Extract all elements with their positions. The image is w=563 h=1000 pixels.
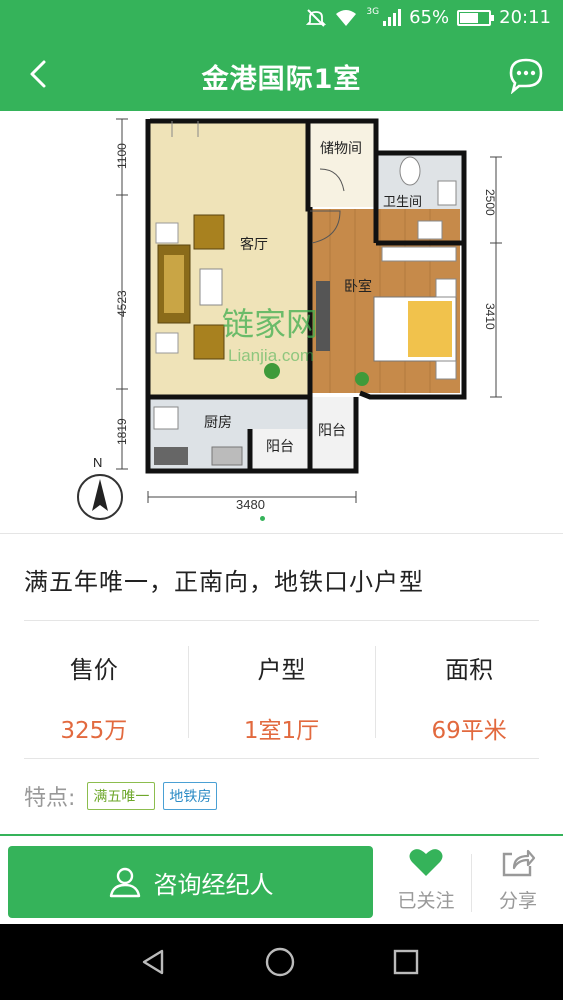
stat-label: 面积 <box>445 656 494 684</box>
stat-label: 售价 <box>69 656 118 684</box>
divider <box>0 533 563 534</box>
share-button[interactable]: 分享 <box>476 846 560 922</box>
dim-3480: 3480 <box>236 497 265 512</box>
consult-agent-button[interactable]: 咨询经纪人 <box>8 846 373 918</box>
user-icon <box>109 867 140 898</box>
dim-3410: 3410 <box>483 303 497 330</box>
clock: 20:11 <box>499 7 551 28</box>
battery-percent: 65% <box>409 7 450 28</box>
wifi-icon <box>336 9 357 26</box>
dim-2500: 2500 <box>483 189 497 216</box>
divider <box>24 758 539 759</box>
stat-area: 面积 69平米 <box>375 642 563 744</box>
image-page-indicator <box>260 516 265 521</box>
watermark-en: Lianjia.com <box>228 346 314 365</box>
status-bar: 3G 65% 20:11 <box>0 0 563 38</box>
floorplan-image[interactable]: 1100 4523 1819 2500 3410 3480 储物间 卫生间 客厅… <box>0 111 563 533</box>
system-nav-bar <box>0 924 563 1000</box>
features-row: 特点: 满五唯一 地铁房 <box>24 780 218 812</box>
battery-icon <box>457 9 495 26</box>
watermark-cn: 链家网 <box>222 305 318 343</box>
room-label-balcony-1: 阳台 <box>266 439 294 455</box>
room-label-living: 客厅 <box>240 236 268 253</box>
key-stats: 售价 325万 户型 1室1厅 面积 69平米 <box>0 642 563 744</box>
square-recents-icon <box>393 949 419 975</box>
page-title: 金港国际1室 <box>201 64 362 95</box>
stat-value: 325万 <box>60 718 128 744</box>
stat-label: 户型 <box>257 656 306 684</box>
mute-icon <box>306 8 327 27</box>
nav-home-button[interactable] <box>264 946 296 978</box>
compass-north-label: N <box>93 455 102 470</box>
feature-tag: 满五唯一 <box>87 782 156 810</box>
triangle-back-icon <box>142 949 164 975</box>
divider <box>24 620 539 621</box>
message-button[interactable] <box>507 56 545 94</box>
signal-icon <box>383 8 402 26</box>
divider <box>471 854 472 912</box>
stat-value: 1室1厅 <box>243 718 320 744</box>
room-label-bedroom: 卧室 <box>344 278 372 295</box>
chat-bubble-icon <box>509 58 543 94</box>
features-label: 特点: <box>24 786 76 811</box>
follow-label: 已关注 <box>397 890 455 912</box>
room-label-storage: 储物间 <box>320 141 362 157</box>
network-type: 3G <box>366 6 380 17</box>
consult-agent-label: 咨询经纪人 <box>153 870 274 899</box>
stat-layout: 户型 1室1厅 <box>187 642 376 744</box>
follow-button[interactable]: 已关注 <box>382 846 470 922</box>
compass-icon <box>77 474 123 520</box>
app-header: 金港国际1室 <box>0 38 563 111</box>
room-label-kitchen: 厨房 <box>204 415 232 431</box>
dim-1100: 1100 <box>115 143 129 169</box>
feature-tag: 地铁房 <box>163 782 218 810</box>
room-label-bathroom: 卫生间 <box>383 195 422 210</box>
dim-4523: 4523 <box>115 290 129 317</box>
room-label-balcony-2: 阳台 <box>318 423 346 439</box>
listing-headline: 满五年唯一，正南向，地铁口小户型 <box>24 568 424 596</box>
circle-home-icon <box>265 947 295 977</box>
stat-value: 69平米 <box>431 718 507 744</box>
floorplan-drawing: 1100 4523 1819 2500 3410 3480 储物间 卫生间 客厅… <box>77 118 502 520</box>
stat-price: 售价 325万 <box>0 642 188 744</box>
heart-icon <box>409 849 443 876</box>
nav-back-button[interactable] <box>138 946 170 978</box>
share-label: 分享 <box>498 890 537 912</box>
dim-1819: 1819 <box>115 418 129 445</box>
share-icon <box>502 849 536 877</box>
bottom-action-bar: 咨询经纪人 已关注 分享 <box>0 834 563 924</box>
nav-recents-button[interactable] <box>390 946 422 978</box>
